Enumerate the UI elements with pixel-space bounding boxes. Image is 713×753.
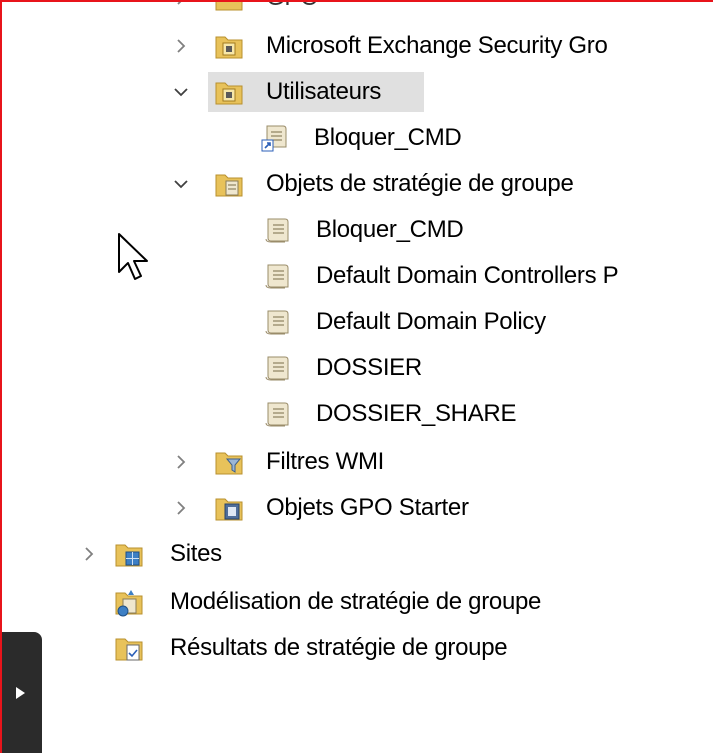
tree-item-label: Bloquer_CMD — [314, 124, 462, 151]
tree-item-label: Objets GPO Starter — [266, 494, 469, 521]
tree-item-gpo-default-domain-policy[interactable]: Default Domain Policy — [0, 302, 713, 342]
gpo-scroll-icon — [265, 356, 289, 381]
sites-icon — [115, 544, 143, 567]
chevron-right-icon[interactable] — [170, 442, 192, 482]
tree-item-exchange-security-groups[interactable]: Microsoft Exchange Security Gro — [0, 26, 713, 66]
tree-item-label: Bloquer_CMD — [316, 216, 464, 243]
tree-item-resultats-strategie[interactable]: Résultats de stratégie de groupe — [0, 628, 713, 668]
gpo-link-icon — [261, 125, 287, 152]
starter-gpo-icon — [215, 498, 243, 521]
gpo-scroll-icon — [265, 218, 289, 243]
tree-item-label: Sites — [170, 540, 222, 567]
tree-item-objets-gpo-starter[interactable]: Objets GPO Starter — [0, 488, 713, 528]
tree-item-label: Résultats de stratégie de groupe — [170, 634, 508, 661]
mouse-pointer-icon — [118, 233, 148, 280]
gp-modeling-icon — [115, 590, 143, 617]
tree-item-label: DOSSIER_SHARE — [316, 400, 517, 427]
tree-item-label: Default Domain Policy — [316, 308, 546, 335]
folder-ou-icon — [215, 82, 243, 105]
tree-item-filtres-wmi[interactable]: Filtres WMI — [0, 442, 713, 482]
tree-item-gpo-dossier-share[interactable]: DOSSIER_SHARE — [0, 394, 713, 434]
tree-item-gpo-bloquer-cmd[interactable]: Bloquer_CMD — [0, 210, 713, 250]
play-arrow-icon — [16, 687, 25, 699]
chevron-right-icon[interactable] — [170, 0, 192, 18]
gpo-scroll-icon — [265, 310, 289, 335]
tree-item-label: Default Domain Controllers P — [316, 262, 619, 289]
tree-item-utilisateurs[interactable]: Utilisateurs — [0, 72, 713, 112]
tree-item-modelisation-strategie[interactable]: Modélisation de stratégie de groupe — [0, 582, 713, 622]
tree-item-bloquer-cmd-link[interactable]: Bloquer_CMD — [0, 118, 713, 158]
tree-item-partial[interactable]: GPO — [0, 0, 713, 18]
tree-item-label: Utilisateurs — [266, 78, 382, 105]
gpo-scroll-icon — [265, 402, 289, 427]
chevron-down-icon[interactable] — [170, 72, 192, 112]
side-panel-toggle[interactable] — [0, 632, 42, 753]
folder-ou-icon — [215, 0, 243, 11]
tree-item-sites[interactable]: Sites — [0, 534, 713, 574]
gp-results-icon — [115, 638, 143, 661]
gpo-scroll-icon — [265, 264, 289, 289]
chevron-right-icon[interactable] — [78, 534, 100, 574]
tree-item-label: Filtres WMI — [266, 448, 385, 475]
gpmc-tree-view[interactable]: GPO Microsoft Exchange Security Gro Util… — [0, 0, 713, 753]
gpo-container-icon — [215, 174, 243, 197]
tree-item-label: Modélisation de stratégie de groupe — [170, 588, 542, 615]
folder-ou-icon — [215, 36, 243, 59]
chevron-right-icon[interactable] — [170, 26, 192, 66]
tree-item-label: Microsoft Exchange Security Gro — [266, 32, 608, 59]
chevron-down-icon[interactable] — [170, 164, 192, 204]
tree-item-label: GPO — [266, 0, 319, 18]
chevron-right-icon[interactable] — [170, 488, 192, 528]
tree-item-objets-strategie-groupe[interactable]: Objets de stratégie de groupe — [0, 164, 713, 204]
tree-item-gpo-dossier[interactable]: DOSSIER — [0, 348, 713, 388]
tree-item-gpo-default-domain-controllers[interactable]: Default Domain Controllers P — [0, 256, 713, 296]
wmi-filter-icon — [215, 452, 243, 475]
tree-item-label: DOSSIER — [316, 354, 422, 381]
tree-item-label: Objets de stratégie de groupe — [266, 170, 574, 197]
